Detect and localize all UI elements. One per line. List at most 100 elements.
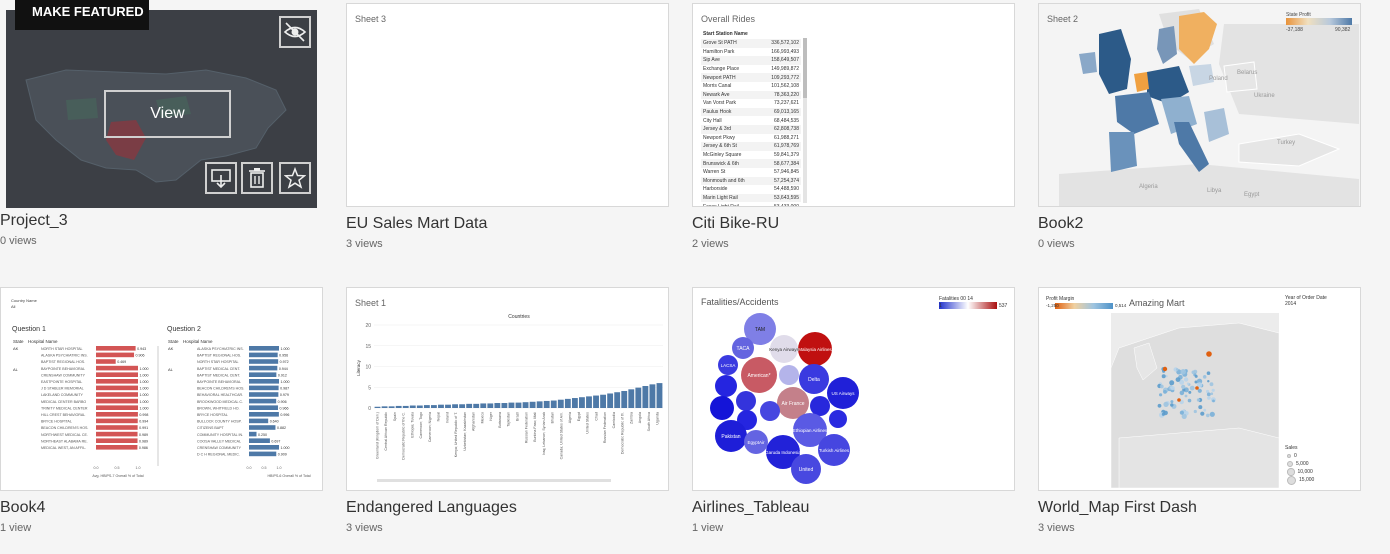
x-tick-label: South Africa	[647, 412, 651, 431]
q2-value-label: 0.956	[279, 354, 288, 358]
q1-value-label: 1.000	[140, 367, 149, 371]
map-label-belarus: Belarus	[1237, 70, 1257, 76]
sales-point	[1196, 398, 1200, 402]
thumbnail-airlines[interactable]: Fatalities/Accidents Fatalities 00 14 1 …	[692, 287, 1015, 491]
delete-button[interactable]	[241, 162, 273, 194]
q2-value-label: 0.640	[270, 420, 279, 424]
x-tick-label: Greenland (Kingdom of Den.)	[375, 412, 379, 459]
make-featured-button[interactable]: MAKE FEATURED	[15, 0, 149, 30]
sales-point	[1170, 400, 1174, 404]
q2-hospital-label: BAYPOINTE BEHAVIORAL	[197, 380, 241, 384]
workbook-card-airlines[interactable]: Fatalities/Accidents Fatalities 00 14 1 …	[692, 287, 1015, 534]
language-bar	[473, 403, 480, 408]
workbook-card-book2[interactable]: Sheet 2 State Profit -37,188 90,382	[1038, 3, 1361, 250]
table-scrollbar[interactable]	[803, 38, 807, 203]
sales-point	[1161, 374, 1166, 379]
legend-min-overlay: -37,188	[1286, 27, 1303, 33]
station-rides: 73,237,621	[773, 100, 799, 107]
q1-bar	[96, 418, 138, 424]
workbook-title[interactable]: Airlines_Tableau	[692, 498, 1015, 518]
view-count: 0 views	[0, 235, 37, 247]
q2-hospital-label: BAPTIST MEDICAL CENT.	[197, 367, 240, 371]
bubble-label-united: United	[799, 467, 814, 473]
horizontal-scrollbar[interactable]	[377, 479, 611, 482]
sales-point	[1187, 398, 1192, 403]
language-bar	[586, 396, 592, 408]
download-icon	[211, 169, 231, 189]
workbook-card-citi-bike[interactable]: Overall Rides Start Station Name Grove S…	[692, 3, 1015, 250]
x-tick-label: Cambodia	[612, 412, 616, 428]
q2-bar	[249, 346, 279, 351]
table-row: Brunswick & 6th 58,677,384	[701, 159, 801, 168]
sales-legend-circle	[1287, 454, 1291, 458]
sales-point	[1181, 384, 1186, 389]
workbook-card-eu-sales[interactable]: Sheet 3 EU Sales Mart Data 3 views	[346, 3, 669, 250]
sales-point	[1206, 413, 1210, 418]
thumbnail-book2[interactable]: Sheet 2 State Profit -37,188 90,382	[1038, 3, 1361, 207]
q1-hospital-label: LAKELAND COMMUNITY	[41, 393, 84, 397]
x-tick-label: Brazil	[516, 412, 520, 421]
language-bar	[649, 384, 656, 408]
q2-bar	[249, 431, 257, 437]
download-button[interactable]	[205, 162, 237, 194]
favorite-button[interactable]	[279, 162, 311, 194]
thumbnail-endangered-languages[interactable]: Sheet 1 Countries Literacy 0 5 10 15 20 Greenla…	[346, 287, 669, 491]
language-bar	[381, 406, 388, 408]
workbook-title[interactable]: World_Map First Dash	[1038, 498, 1361, 518]
language-bar	[423, 405, 430, 408]
station-rides: 166,993,493	[771, 48, 799, 55]
map-label-turkey: Turkey	[1277, 140, 1295, 146]
language-bar	[452, 404, 458, 408]
axis-tick: 0.5	[262, 466, 267, 470]
thumbnail-citi-bike[interactable]: Overall Rides Start Station Name Grove S…	[692, 3, 1015, 207]
workbook-card-book4[interactable]: Country Name All Question 1 Question 2 S…	[0, 287, 323, 534]
workbook-title[interactable]: Project_3	[0, 211, 323, 231]
language-bar	[642, 386, 649, 408]
sales-legend-value: 0	[1294, 453, 1297, 459]
thumbnail-eu-sales[interactable]: Sheet 3	[346, 3, 669, 207]
thumbnail-project-3[interactable]: View	[6, 10, 317, 208]
workbook-card-project-3[interactable]: View MAKE FEATURED Project_3 0 views	[0, 0, 323, 247]
x-tick-label: Cameroon; Nigeria	[428, 412, 432, 442]
language-bar	[593, 395, 599, 408]
thumbnail-book4[interactable]: Country Name All Question 1 Question 2 S…	[0, 287, 323, 491]
sales-point	[1170, 403, 1174, 407]
chart-title: Countries	[508, 314, 530, 320]
bubble-label-delta: Delta	[808, 377, 820, 383]
workbook-title[interactable]: Book4	[0, 498, 323, 518]
sales-legend-circle	[1287, 461, 1293, 467]
q2-hospital-label: CRENSHAW COMMUNITY	[197, 446, 242, 450]
workbook-title[interactable]: EU Sales Mart Data	[346, 214, 669, 234]
q2-value-label: 0.882	[277, 426, 286, 430]
sales-point	[1193, 409, 1197, 414]
workbook-title[interactable]: Citi Bike-RU	[692, 214, 1015, 234]
sheet-name: Overall Rides	[701, 14, 756, 24]
language-bar	[550, 400, 557, 408]
hide-button[interactable]	[279, 16, 311, 48]
q1-hospital-label: MEDICAL WEST, AN AFFIL.	[41, 446, 86, 450]
sales-point	[1197, 388, 1202, 393]
station-rides: 149,989,872	[771, 66, 799, 73]
language-bar	[543, 400, 550, 408]
workbook-title[interactable]: Endangered Languages	[346, 498, 669, 518]
view-button[interactable]: View	[104, 90, 231, 138]
q1-value-label: 1.000	[140, 406, 149, 410]
sales-point	[1170, 386, 1173, 389]
thumbnail-world-map[interactable]: Profit Margin -1,250 0,514 Amazing Mart …	[1038, 287, 1361, 491]
station-table: Start Station Name Grove St PATH 336,572,…	[701, 31, 801, 206]
q2-hospital-header: Hospital Name	[183, 339, 213, 344]
station-rides: 69,013,165	[773, 109, 799, 116]
station-rides: 158,649,507	[771, 57, 799, 64]
legend-max-overlay: 90,382	[1335, 27, 1351, 33]
workbook-title[interactable]: Book2	[1038, 214, 1361, 234]
x-tick-label: Democratic Republic of the C.	[402, 412, 406, 460]
station-name: Grove St PATH	[703, 40, 737, 47]
q2-state-header: State	[168, 339, 179, 344]
axis-tick: 0.0	[247, 466, 252, 470]
bubble-label-malaysia: Malaysia Airlines	[798, 347, 832, 352]
workbook-card-endangered-languages[interactable]: Sheet 1 Countries Literacy 0 5 10 15 20 Greenla…	[346, 287, 669, 534]
language-bar	[480, 403, 487, 408]
workbook-card-world-map[interactable]: Profit Margin -1,250 0,514 Amazing Mart …	[1038, 287, 1361, 534]
view-count: 3 views	[346, 522, 383, 534]
language-bar	[515, 402, 522, 408]
